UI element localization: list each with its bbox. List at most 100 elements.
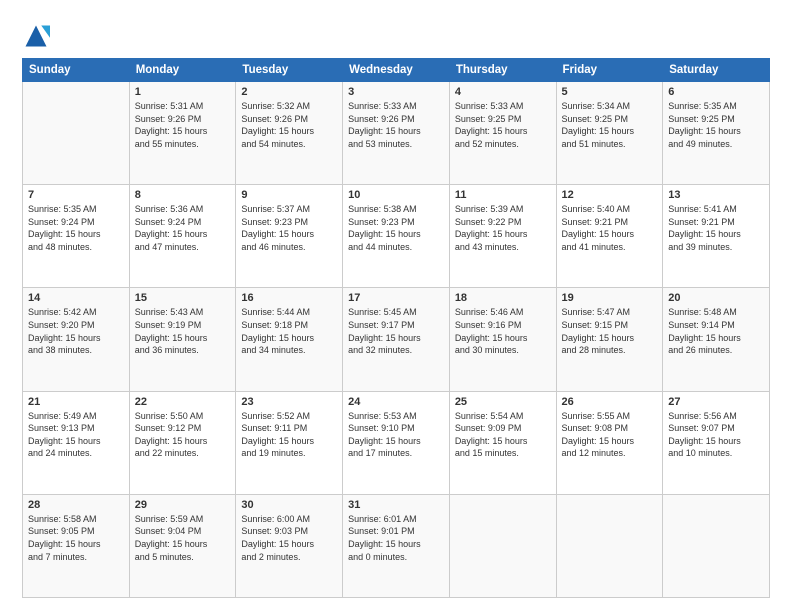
calendar-cell: 4 Sunrise: 5:33 AM Sunset: 9:25 PM Daylig…	[449, 82, 556, 185]
calendar-cell: 2 Sunrise: 5:32 AM Sunset: 9:26 PM Daylig…	[236, 82, 343, 185]
calendar-cell: 18 Sunrise: 5:46 AM Sunset: 9:16 PM Dayli…	[449, 288, 556, 391]
day-number: 21	[28, 396, 124, 408]
calendar-cell: 14 Sunrise: 5:42 AM Sunset: 9:20 PM Dayli…	[23, 288, 130, 391]
day-info: Sunrise: 5:50 AM Sunset: 9:12 PM Dayligh…	[135, 410, 231, 460]
day-number: 24	[348, 396, 444, 408]
day-info: Sunrise: 5:35 AM Sunset: 9:25 PM Dayligh…	[668, 100, 764, 150]
header	[22, 18, 770, 50]
day-info: Sunrise: 5:46 AM Sunset: 9:16 PM Dayligh…	[455, 306, 551, 356]
calendar-cell: 5 Sunrise: 5:34 AM Sunset: 9:25 PM Daylig…	[556, 82, 663, 185]
day-number: 7	[28, 189, 124, 201]
calendar-cell: 26 Sunrise: 5:55 AM Sunset: 9:08 PM Dayli…	[556, 391, 663, 494]
day-number: 3	[348, 86, 444, 98]
calendar-cell	[449, 494, 556, 597]
day-info: Sunrise: 5:49 AM Sunset: 9:13 PM Dayligh…	[28, 410, 124, 460]
weekday-header-thursday: Thursday	[449, 59, 556, 82]
calendar-cell: 15 Sunrise: 5:43 AM Sunset: 9:19 PM Dayli…	[129, 288, 236, 391]
calendar-cell: 6 Sunrise: 5:35 AM Sunset: 9:25 PM Daylig…	[663, 82, 770, 185]
day-info: Sunrise: 5:32 AM Sunset: 9:26 PM Dayligh…	[241, 100, 337, 150]
calendar-cell: 31Sunrise: 6:01 AM Sunset: 9:01 PM Dayli…	[343, 494, 450, 597]
week-row-1: 1 Sunrise: 5:31 AM Sunset: 9:26 PM Daylig…	[23, 82, 770, 185]
calendar-cell: 24 Sunrise: 5:53 AM Sunset: 9:10 PM Dayli…	[343, 391, 450, 494]
page: SundayMondayTuesdayWednesdayThursdayFrid…	[0, 0, 792, 612]
day-number: 23	[241, 396, 337, 408]
calendar-cell: 19 Sunrise: 5:47 AM Sunset: 9:15 PM Dayli…	[556, 288, 663, 391]
calendar-cell: 12Sunrise: 5:40 AM Sunset: 9:21 PM Dayli…	[556, 185, 663, 288]
day-info: Sunrise: 5:41 AM Sunset: 9:21 PM Dayligh…	[668, 203, 764, 253]
day-number: 27	[668, 396, 764, 408]
day-info: Sunrise: 5:56 AM Sunset: 9:07 PM Dayligh…	[668, 410, 764, 460]
calendar-cell: 9 Sunrise: 5:37 AM Sunset: 9:23 PM Daylig…	[236, 185, 343, 288]
calendar-cell: 3Sunrise: 5:33 AM Sunset: 9:26 PM Daylig…	[343, 82, 450, 185]
day-number: 20	[668, 292, 764, 304]
calendar-cell: 17 Sunrise: 5:45 AM Sunset: 9:17 PM Dayli…	[343, 288, 450, 391]
logo	[22, 22, 54, 50]
day-info: Sunrise: 5:37 AM Sunset: 9:23 PM Dayligh…	[241, 203, 337, 253]
weekday-header-wednesday: Wednesday	[343, 59, 450, 82]
weekday-header-row: SundayMondayTuesdayWednesdayThursdayFrid…	[23, 59, 770, 82]
day-info: Sunrise: 5:34 AM Sunset: 9:25 PM Dayligh…	[562, 100, 658, 150]
weekday-header-sunday: Sunday	[23, 59, 130, 82]
day-number: 26	[562, 396, 658, 408]
day-info: Sunrise: 5:48 AM Sunset: 9:14 PM Dayligh…	[668, 306, 764, 356]
week-row-2: 7 Sunrise: 5:35 AM Sunset: 9:24 PM Daylig…	[23, 185, 770, 288]
day-number: 10	[348, 189, 444, 201]
day-number: 29	[135, 499, 231, 511]
weekday-header-friday: Friday	[556, 59, 663, 82]
day-number: 9	[241, 189, 337, 201]
day-info: Sunrise: 5:42 AM Sunset: 9:20 PM Dayligh…	[28, 306, 124, 356]
day-info: Sunrise: 5:36 AM Sunset: 9:24 PM Dayligh…	[135, 203, 231, 253]
calendar-cell: 29Sunrise: 5:59 AM Sunset: 9:04 PM Dayli…	[129, 494, 236, 597]
calendar-cell: 21 Sunrise: 5:49 AM Sunset: 9:13 PM Dayli…	[23, 391, 130, 494]
day-number: 31	[348, 499, 444, 511]
calendar-cell: 25 Sunrise: 5:54 AM Sunset: 9:09 PM Dayli…	[449, 391, 556, 494]
day-number: 4	[455, 86, 551, 98]
calendar-cell	[663, 494, 770, 597]
day-info: Sunrise: 5:40 AM Sunset: 9:21 PM Dayligh…	[562, 203, 658, 253]
calendar-cell: 23Sunrise: 5:52 AM Sunset: 9:11 PM Dayli…	[236, 391, 343, 494]
day-number: 2	[241, 86, 337, 98]
day-number: 17	[348, 292, 444, 304]
calendar-cell: 8 Sunrise: 5:36 AM Sunset: 9:24 PM Daylig…	[129, 185, 236, 288]
calendar-cell: 11 Sunrise: 5:39 AM Sunset: 9:22 PM Dayli…	[449, 185, 556, 288]
day-info: Sunrise: 5:53 AM Sunset: 9:10 PM Dayligh…	[348, 410, 444, 460]
calendar-cell: 1 Sunrise: 5:31 AM Sunset: 9:26 PM Daylig…	[129, 82, 236, 185]
day-info: Sunrise: 5:45 AM Sunset: 9:17 PM Dayligh…	[348, 306, 444, 356]
calendar-cell: 10Sunrise: 5:38 AM Sunset: 9:23 PM Dayli…	[343, 185, 450, 288]
week-row-3: 14 Sunrise: 5:42 AM Sunset: 9:20 PM Dayli…	[23, 288, 770, 391]
calendar-cell: 13 Sunrise: 5:41 AM Sunset: 9:21 PM Dayli…	[663, 185, 770, 288]
day-info: Sunrise: 5:47 AM Sunset: 9:15 PM Dayligh…	[562, 306, 658, 356]
day-number: 6	[668, 86, 764, 98]
day-number: 18	[455, 292, 551, 304]
day-info: Sunrise: 5:54 AM Sunset: 9:09 PM Dayligh…	[455, 410, 551, 460]
calendar-table: SundayMondayTuesdayWednesdayThursdayFrid…	[22, 58, 770, 598]
calendar-cell: 27 Sunrise: 5:56 AM Sunset: 9:07 PM Dayli…	[663, 391, 770, 494]
day-number: 30	[241, 499, 337, 511]
day-number: 16	[241, 292, 337, 304]
day-number: 15	[135, 292, 231, 304]
day-info: Sunrise: 5:35 AM Sunset: 9:24 PM Dayligh…	[28, 203, 124, 253]
weekday-header-saturday: Saturday	[663, 59, 770, 82]
day-number: 8	[135, 189, 231, 201]
day-number: 1	[135, 86, 231, 98]
day-number: 25	[455, 396, 551, 408]
day-number: 11	[455, 189, 551, 201]
calendar-cell: 30Sunrise: 6:00 AM Sunset: 9:03 PM Dayli…	[236, 494, 343, 597]
day-number: 5	[562, 86, 658, 98]
day-number: 13	[668, 189, 764, 201]
day-number: 14	[28, 292, 124, 304]
day-info: Sunrise: 5:44 AM Sunset: 9:18 PM Dayligh…	[241, 306, 337, 356]
day-number: 28	[28, 499, 124, 511]
weekday-header-monday: Monday	[129, 59, 236, 82]
day-info: Sunrise: 5:31 AM Sunset: 9:26 PM Dayligh…	[135, 100, 231, 150]
day-number: 19	[562, 292, 658, 304]
day-info: Sunrise: 5:55 AM Sunset: 9:08 PM Dayligh…	[562, 410, 658, 460]
logo-icon	[22, 22, 50, 50]
day-info: Sunrise: 5:33 AM Sunset: 9:25 PM Dayligh…	[455, 100, 551, 150]
calendar-cell: 20 Sunrise: 5:48 AM Sunset: 9:14 PM Dayli…	[663, 288, 770, 391]
day-info: Sunrise: 5:43 AM Sunset: 9:19 PM Dayligh…	[135, 306, 231, 356]
calendar-cell	[23, 82, 130, 185]
calendar-cell: 16 Sunrise: 5:44 AM Sunset: 9:18 PM Dayli…	[236, 288, 343, 391]
calendar-cell: 22Sunrise: 5:50 AM Sunset: 9:12 PM Dayli…	[129, 391, 236, 494]
day-info: Sunrise: 5:39 AM Sunset: 9:22 PM Dayligh…	[455, 203, 551, 253]
